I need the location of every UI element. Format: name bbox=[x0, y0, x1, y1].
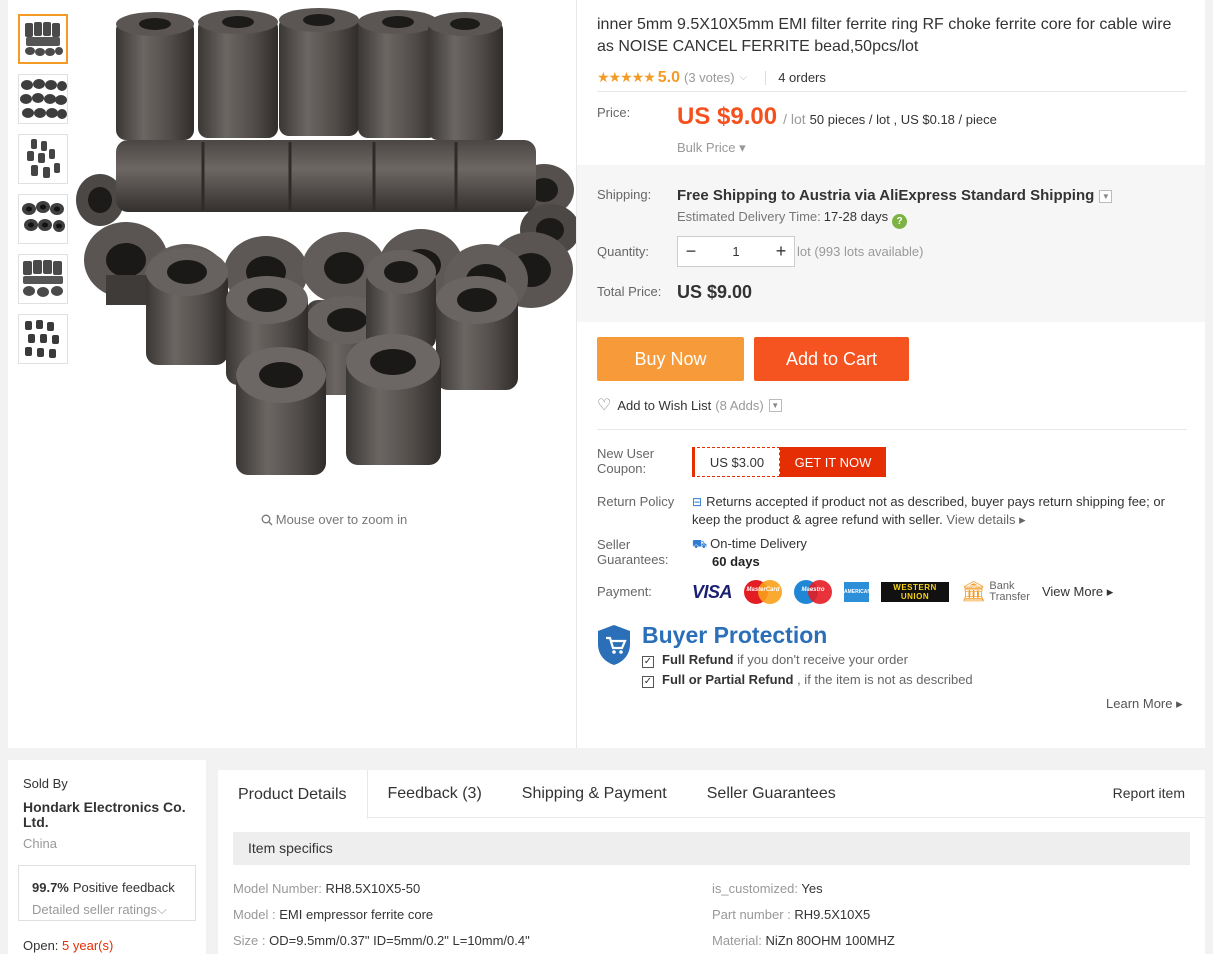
spec-row: Model : EMI empressor ferrite core bbox=[233, 907, 434, 922]
bank-icon: 🏛 bbox=[961, 580, 987, 603]
thumbnail-4[interactable] bbox=[18, 194, 68, 244]
seller-card: Sold By Hondark Electronics Co. Ltd. Chi… bbox=[8, 760, 206, 954]
column-divider bbox=[576, 0, 577, 748]
thumbnail-3[interactable] bbox=[18, 134, 68, 184]
detailed-ratings-toggle[interactable]: Detailed seller ratings⌵ bbox=[32, 902, 167, 918]
payment-methods: VISA MasterCard Maestro AMERICAN EXPRESS… bbox=[692, 578, 1113, 606]
thumbnail-1[interactable] bbox=[18, 14, 68, 64]
separator bbox=[765, 70, 767, 85]
star-icon: ★★★★★ bbox=[597, 69, 656, 85]
thumbnail-list bbox=[18, 14, 68, 374]
bank-transfer-logo: 🏛 Bank Transfer bbox=[961, 580, 1030, 603]
get-coupon-button[interactable]: GET IT NOW bbox=[780, 447, 886, 477]
price-amount: US $9.00 bbox=[677, 103, 778, 130]
on-time-delivery: ⛟ On-time Delivery 60 days bbox=[692, 536, 807, 569]
chevron-down-icon: ⌵ bbox=[157, 902, 167, 917]
price-unit: / lot bbox=[783, 111, 806, 127]
thumbnail-6[interactable] bbox=[18, 314, 68, 364]
chevron-down-icon[interactable]: ▼ bbox=[1099, 190, 1113, 203]
return-policy-label: Return Policy bbox=[597, 494, 675, 509]
guarantee-days: 60 days bbox=[712, 554, 760, 569]
item-specifics-header: Item specifics bbox=[233, 832, 1190, 865]
payment-label: Payment: bbox=[597, 584, 652, 599]
shield-icon bbox=[598, 625, 630, 665]
zoom-hint: Mouse over to zoom in bbox=[84, 512, 584, 527]
shipping-label: Shipping: bbox=[597, 187, 652, 202]
orders-count: 4 orders bbox=[778, 70, 826, 85]
return-policy-text: ⊟ Returns accepted if product not as desc… bbox=[692, 494, 1165, 527]
tab-feedback[interactable]: Feedback (3) bbox=[368, 770, 502, 818]
learn-more-link[interactable]: Learn More ▸ bbox=[1106, 696, 1183, 712]
votes-link[interactable]: (3 votes) bbox=[684, 70, 735, 85]
seller-guarantees-label: Seller Guarantees: bbox=[597, 537, 669, 567]
checkbox-icon: ✓ bbox=[642, 656, 654, 668]
thumbnail-2[interactable] bbox=[18, 74, 68, 124]
tab-shipping-payment[interactable]: Shipping & Payment bbox=[502, 770, 687, 818]
quantity-increase-button[interactable]: + bbox=[768, 241, 794, 262]
price-label: Price: bbox=[597, 105, 631, 120]
truck-icon: ⛟ bbox=[692, 537, 708, 551]
add-to-wishlist[interactable]: ♡ Add to Wish List (8 Adds) ▼ bbox=[597, 395, 782, 415]
price-detail: 50 pieces / lot , US $0.18 / piece bbox=[809, 112, 997, 127]
rating-score: 5.0 bbox=[657, 68, 681, 86]
quantity-availability: lot (993 lots available) bbox=[797, 244, 924, 259]
spec-row: is_customized: Yes bbox=[712, 881, 823, 896]
spec-row: Material: NiZn 80OHM 100MHZ bbox=[712, 933, 895, 948]
quantity-input[interactable]: 1 bbox=[704, 244, 768, 259]
amex-logo: AMERICAN EXPRESS bbox=[844, 582, 896, 602]
product-main-image[interactable] bbox=[76, 0, 576, 505]
total-price-label: Total Price: bbox=[597, 284, 662, 299]
store-open-duration: Open: 5 year(s) bbox=[23, 938, 114, 953]
price-block: US $9.00 / lot 50 pieces / lot , US $0.1… bbox=[677, 103, 997, 131]
partial-refund-line: ✓ Full or Partial Refund , if the item is… bbox=[642, 672, 973, 688]
return-icon: ⊟ bbox=[692, 495, 703, 509]
quantity-stepper: − 1 + bbox=[677, 236, 795, 267]
thumbnail-5[interactable] bbox=[18, 254, 68, 304]
shipping-method[interactable]: Free Shipping to Austria via AliExpress … bbox=[677, 187, 1113, 204]
coupon-label: New User Coupon: bbox=[597, 446, 655, 476]
details-card: Product Details Feedback (3) Shipping & … bbox=[218, 770, 1205, 954]
chevron-down-icon[interactable]: ⌵ bbox=[740, 72, 748, 83]
quantity-label: Quantity: bbox=[597, 244, 650, 259]
bulk-price-toggle[interactable]: Bulk Price ▾ bbox=[677, 140, 746, 156]
quantity-decrease-button[interactable]: − bbox=[678, 241, 704, 262]
spec-row: Part number : RH9.5X10X5 bbox=[712, 907, 871, 922]
rating-row: ★★★★★ 5.0 (3 votes) ⌵ 4 orders bbox=[597, 64, 1187, 92]
buy-now-button[interactable]: Buy Now bbox=[597, 337, 744, 381]
spec-row: Model Number: RH8.5X10X5-50 bbox=[233, 881, 421, 896]
positive-feedback: 99.7% Positive feedback bbox=[32, 880, 175, 895]
maestro-logo: Maestro bbox=[794, 580, 833, 604]
detail-tabs: Product Details Feedback (3) Shipping & … bbox=[218, 770, 1205, 819]
add-to-cart-button[interactable]: Add to Cart bbox=[754, 337, 909, 381]
store-country: China bbox=[23, 836, 57, 851]
feedback-box: 99.7% Positive feedback Detailed seller r… bbox=[18, 865, 196, 921]
heart-icon: ♡ bbox=[597, 397, 612, 414]
western-union-logo: WESTERN UNION bbox=[881, 582, 950, 602]
product-title: inner 5mm 9.5X10X5mm EMI filter ferrite … bbox=[597, 16, 1172, 55]
checkbox-icon: ✓ bbox=[642, 676, 654, 688]
sold-by-label: Sold By bbox=[23, 776, 68, 791]
mastercard-logo: MasterCard bbox=[744, 580, 783, 604]
full-refund-line: ✓ Full Refund if you don't receive your o… bbox=[642, 652, 908, 668]
magnifier-icon bbox=[261, 514, 273, 526]
tab-product-details[interactable]: Product Details bbox=[218, 770, 368, 819]
coupon-amount: US $3.00 bbox=[692, 447, 780, 477]
visa-logo: VISA bbox=[692, 581, 733, 602]
spec-row: Size : OD=9.5mm/0.37" ID=5mm/0.2" L=10mm… bbox=[233, 933, 530, 948]
view-more-payment-link[interactable]: View More ▸ bbox=[1042, 584, 1113, 600]
store-name-link[interactable]: Hondark Electronics Co. Ltd. bbox=[23, 800, 198, 830]
chevron-down-icon[interactable]: ▼ bbox=[768, 398, 782, 412]
buyer-protection-title: Buyer Protection bbox=[642, 622, 828, 648]
view-details-link[interactable]: View details ▸ bbox=[946, 512, 1025, 527]
new-user-coupon[interactable]: US $3.00 GET IT NOW bbox=[692, 447, 886, 477]
total-price-value: US $9.00 bbox=[677, 282, 753, 302]
tab-seller-guarantees[interactable]: Seller Guarantees bbox=[687, 770, 856, 818]
report-item-link[interactable]: Report item bbox=[1113, 785, 1185, 801]
question-icon[interactable]: ? bbox=[892, 214, 908, 229]
divider bbox=[597, 429, 1187, 430]
delivery-estimate: Estimated Delivery Time: 17-28 days? bbox=[677, 209, 908, 229]
